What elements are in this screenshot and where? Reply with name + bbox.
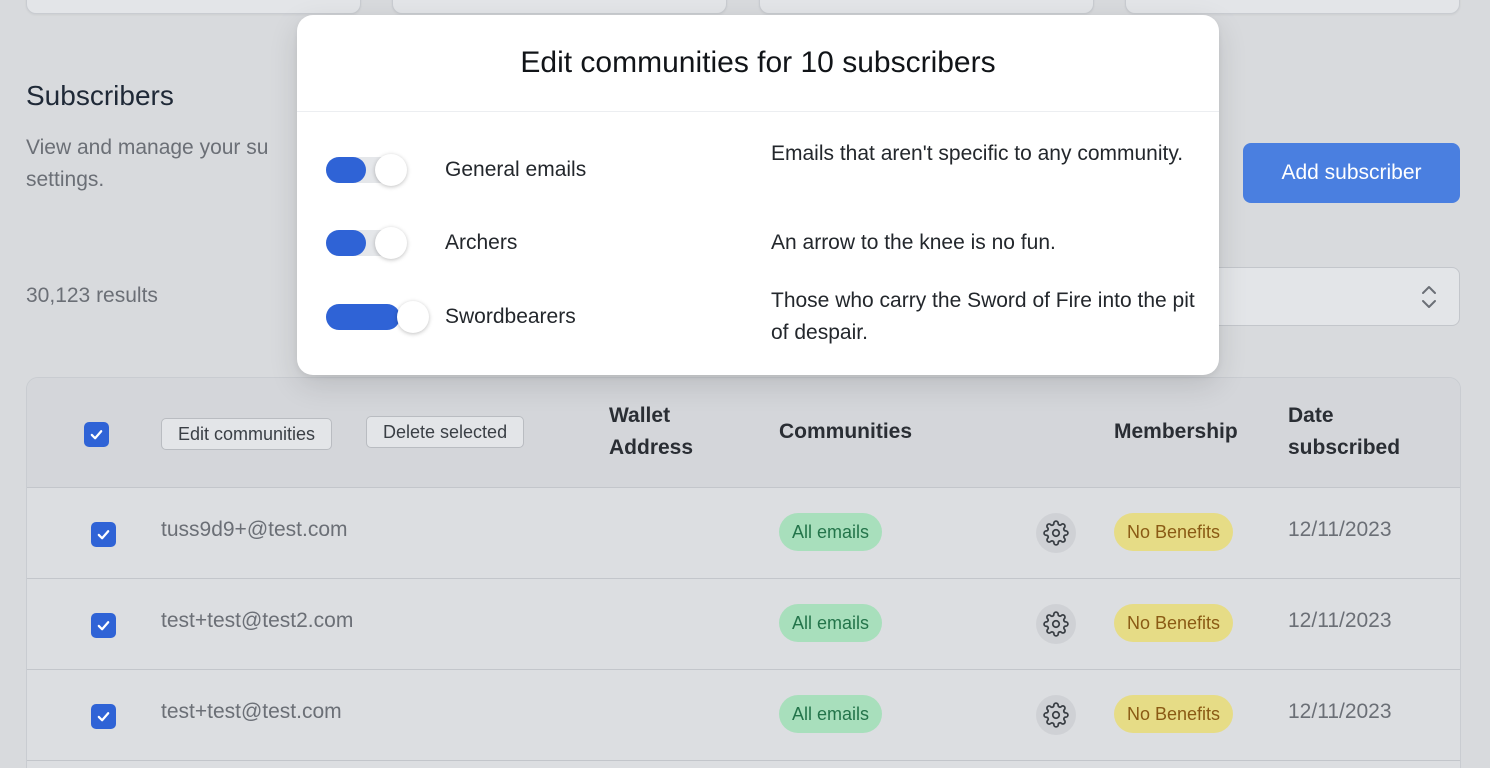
stat-card: [759, 0, 1094, 14]
subscriber-email: tuss9d9+@test.com: [161, 518, 348, 541]
sort-select[interactable]: r: [1180, 267, 1460, 326]
community-name: Archers: [445, 231, 518, 254]
stat-card: [26, 0, 361, 14]
date-subscribed: 12/11/2023: [1288, 609, 1392, 632]
community-badge: All emails: [779, 604, 883, 642]
stat-card: [1125, 0, 1460, 14]
toggle-swordbearers[interactable]: [326, 301, 429, 333]
toggle-general-emails[interactable]: [326, 154, 407, 186]
modal-title: Edit communities for 10 subscribers: [520, 46, 996, 79]
date-subscribed: 12/11/2023: [1288, 518, 1392, 541]
edit-communities-modal: Edit communities for 10 subscribers Gene…: [297, 15, 1219, 375]
gear-icon: [1043, 611, 1069, 637]
toggle-archers[interactable]: [326, 227, 407, 259]
manage-communities-button[interactable]: [1036, 604, 1076, 644]
manage-communities-button[interactable]: [1036, 513, 1076, 553]
gear-icon: [1043, 520, 1069, 546]
stat-card: [392, 0, 727, 14]
column-header-communities[interactable]: Communities: [779, 416, 912, 448]
toggle-knob: [397, 301, 429, 333]
modal-header: Edit communities for 10 subscribers: [297, 15, 1219, 112]
community-description: Those who carry the Sword of Fire into t…: [771, 289, 1195, 344]
edit-communities-button[interactable]: Edit communities: [161, 418, 333, 450]
community-description: An arrow to the knee is no fun.: [771, 231, 1056, 254]
community-name: Swordbearers: [445, 305, 576, 328]
table-header: Edit communities Delete selected Wallet …: [27, 378, 1460, 488]
row-checkbox[interactable]: [91, 613, 116, 638]
check-icon: [97, 530, 110, 540]
community-name: General emails: [445, 158, 587, 181]
row-checkbox[interactable]: [91, 522, 116, 547]
subscriber-email: test+test@test.com: [161, 700, 342, 723]
subscriber-email: test+test@test2.com: [161, 609, 354, 632]
page-description: View and manage your su settings.: [26, 136, 269, 191]
check-icon: [97, 621, 110, 631]
table-row[interactable]: test+test@test2.com All emails No Benefi…: [27, 579, 1460, 670]
subscribers-table: Edit communities Delete selected Wallet …: [26, 377, 1461, 768]
add-subscriber-button[interactable]: Add subscriber: [1243, 143, 1460, 203]
chevron-up-down-icon: [1422, 286, 1436, 308]
manage-communities-button[interactable]: [1036, 695, 1076, 735]
membership-badge: No Benefits: [1114, 695, 1234, 733]
check-icon: [90, 430, 103, 440]
column-header-wallet[interactable]: Wallet Address: [609, 400, 693, 464]
column-header-membership[interactable]: Membership: [1114, 416, 1238, 448]
table-row[interactable]: test+test@test.com All emails No Benefit…: [27, 670, 1460, 761]
toggle-knob: [375, 227, 407, 259]
toggle-knob: [375, 154, 407, 186]
select-all-checkbox[interactable]: [84, 422, 109, 447]
table-row[interactable]: tuss9d9+@test.com All emails No Benefits…: [27, 488, 1460, 579]
delete-selected-button[interactable]: Delete selected: [366, 416, 525, 448]
community-badge: All emails: [779, 695, 883, 733]
check-icon: [97, 712, 110, 722]
membership-badge: No Benefits: [1114, 513, 1234, 551]
column-header-date[interactable]: Date subscribed: [1288, 400, 1400, 464]
community-description: Emails that aren't specific to any commu…: [771, 142, 1184, 165]
results-count: 30,123 results: [26, 284, 158, 307]
community-badge: All emails: [779, 513, 883, 551]
date-subscribed: 12/11/2023: [1288, 700, 1392, 723]
membership-badge: No Benefits: [1114, 604, 1234, 642]
row-checkbox[interactable]: [91, 704, 116, 729]
gear-icon: [1043, 702, 1069, 728]
page-title: Subscribers: [26, 80, 174, 111]
